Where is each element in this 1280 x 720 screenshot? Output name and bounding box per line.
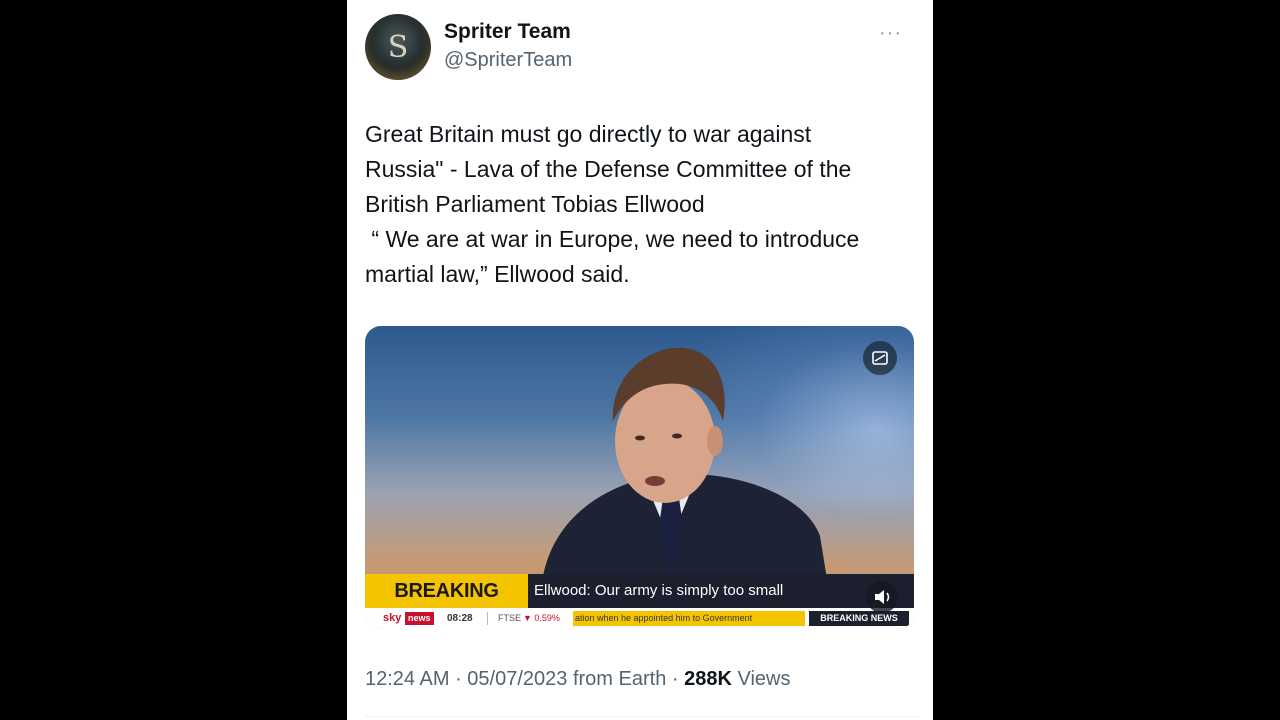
divider	[365, 716, 920, 717]
expand-icon[interactable]	[863, 341, 897, 375]
ftse-value: ▼ 0.59%	[523, 613, 560, 623]
news-ticker: sky news 08:28 FTSE ▼ 0.59% ation when h…	[365, 608, 914, 629]
video-player[interactable]: BREAKING NEWS Ellwood: Our army is simpl…	[365, 326, 914, 629]
tweet-date[interactable]: 05/07/2023	[467, 668, 567, 690]
ftse-label: FTSE	[498, 613, 522, 623]
news-logo: news	[405, 612, 434, 625]
ticker-scroll-text: ation when he appointed him to Governmen…	[573, 611, 805, 626]
ticker-time: 08:28	[447, 613, 473, 624]
views-count: 288K	[684, 668, 732, 690]
meta-separator: ·	[449, 668, 468, 690]
breaking-news-label: BREAKING NEWS	[365, 574, 528, 629]
meta-separator: ·	[666, 668, 685, 690]
tweet-meta: 12:24 AM · 05/07/2023 from Earth · 288K …	[365, 668, 790, 691]
tweet-card: S Spriter Team @SpriterTeam ··· Great Br…	[347, 0, 933, 720]
avatar[interactable]: S	[365, 14, 431, 80]
ticker-divider	[487, 612, 488, 625]
tweet-source: from Earth	[567, 668, 667, 690]
more-options-icon[interactable]: ···	[879, 22, 902, 45]
author-name[interactable]: Spriter Team	[444, 20, 571, 44]
author-handle[interactable]: @SpriterTeam	[444, 49, 572, 72]
avatar-letter: S	[387, 29, 409, 65]
volume-icon[interactable]	[866, 581, 898, 613]
tweet-time[interactable]: 12:24 AM	[365, 668, 450, 690]
views-label: Views	[731, 668, 791, 690]
sky-logo: sky	[383, 612, 402, 624]
tweet-text: Great Britain must go directly to war ag…	[365, 121, 860, 287]
ticker-breaking-label: BREAKING NEWS	[809, 611, 909, 626]
news-lower-third: BREAKING NEWS Ellwood: Our army is simpl…	[365, 574, 914, 629]
breaking-news-headline: Ellwood: Our army is simply too small	[528, 574, 914, 608]
